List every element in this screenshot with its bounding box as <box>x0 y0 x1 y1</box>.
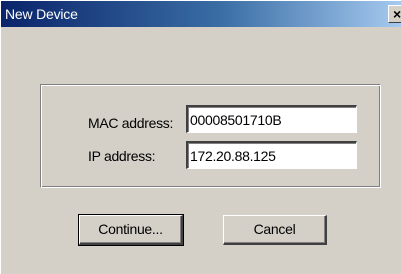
title-bar[interactable]: New Device × <box>1 1 401 27</box>
ip-address-field[interactable] <box>186 141 357 169</box>
dialog-title: New Device <box>5 6 78 22</box>
mac-address-field[interactable] <box>186 105 357 133</box>
ip-address-label: IP address: <box>88 148 156 164</box>
cancel-button[interactable]: Cancel <box>223 215 327 245</box>
continue-button[interactable]: Continue... <box>78 214 184 246</box>
mac-address-label: MAC address: <box>88 115 174 131</box>
new-device-dialog: New Device × MAC address: IP address: Co… <box>0 0 401 274</box>
device-settings-group <box>40 84 381 188</box>
close-icon[interactable]: × <box>388 5 401 23</box>
